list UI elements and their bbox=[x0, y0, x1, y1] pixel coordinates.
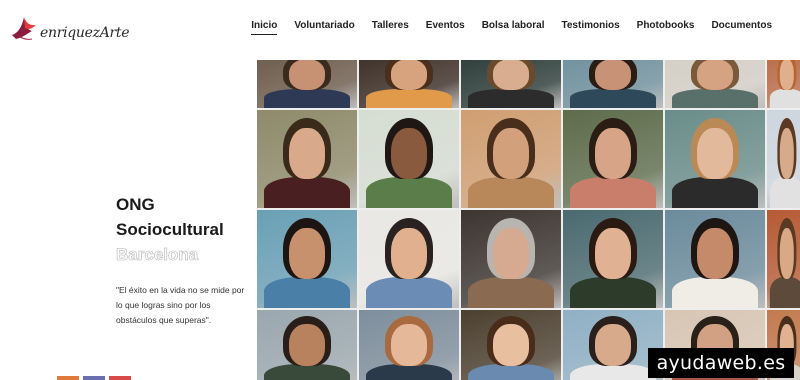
portrait-photo bbox=[257, 210, 357, 308]
portrait-photo bbox=[767, 110, 800, 208]
brand-logo[interactable]: enriquezArte bbox=[10, 10, 130, 46]
portrait-photo bbox=[563, 110, 663, 208]
portrait-photo-grid bbox=[257, 60, 800, 380]
watermark: ayudaweb.es bbox=[648, 348, 794, 378]
portrait-photo bbox=[461, 310, 561, 380]
portrait-photo bbox=[461, 210, 561, 308]
portrait-photo bbox=[665, 110, 765, 208]
portrait-photo bbox=[257, 110, 357, 208]
flag-icon[interactable] bbox=[57, 376, 79, 380]
nav-item-inicio[interactable]: Inicio bbox=[251, 20, 278, 35]
portrait-photo bbox=[359, 60, 459, 108]
portrait-photo bbox=[461, 60, 561, 108]
nav-item-eventos[interactable]: Eventos bbox=[426, 20, 465, 35]
hero-line-1: ONG bbox=[116, 195, 155, 214]
portrait-photo bbox=[563, 210, 663, 308]
portrait-photo bbox=[665, 210, 765, 308]
site-header: enriquezArte Inicio Voluntariado Tallere… bbox=[0, 0, 800, 56]
flag-icon[interactable] bbox=[109, 376, 131, 380]
portrait-photo bbox=[359, 310, 459, 380]
portrait-photo bbox=[563, 60, 663, 108]
nav-item-photobooks[interactable]: Photobooks bbox=[637, 20, 695, 35]
nav-item-bolsa-laboral[interactable]: Bolsa laboral bbox=[482, 20, 545, 35]
nav-item-talleres[interactable]: Talleres bbox=[372, 20, 409, 35]
brand-name: enriquezArte bbox=[40, 25, 130, 41]
hero-line-2: Sociocultural bbox=[116, 220, 224, 239]
main-nav: Inicio Voluntariado Talleres Eventos Bol… bbox=[251, 20, 772, 35]
nav-item-documentos[interactable]: Documentos bbox=[711, 20, 772, 35]
portrait-photo bbox=[359, 210, 459, 308]
flag-icon[interactable] bbox=[83, 376, 105, 380]
bird-logo-icon bbox=[12, 17, 36, 40]
portrait-photo bbox=[257, 310, 357, 380]
hero-line-3-outline: Barcelona bbox=[116, 245, 199, 265]
language-flags bbox=[57, 376, 131, 380]
portrait-photo bbox=[767, 210, 800, 308]
hero-title: ONG Sociocultural Barcelona bbox=[116, 192, 256, 267]
portrait-photo bbox=[257, 60, 357, 108]
nav-item-testimonios[interactable]: Testimonios bbox=[562, 20, 620, 35]
nav-item-voluntariado[interactable]: Voluntariado bbox=[294, 20, 354, 35]
portrait-photo bbox=[665, 60, 765, 108]
hero-quote: "El éxito en la vida no se mide por lo q… bbox=[116, 285, 245, 325]
portrait-photo bbox=[359, 110, 459, 208]
portrait-photo bbox=[461, 110, 561, 208]
portrait-photo bbox=[767, 60, 800, 108]
